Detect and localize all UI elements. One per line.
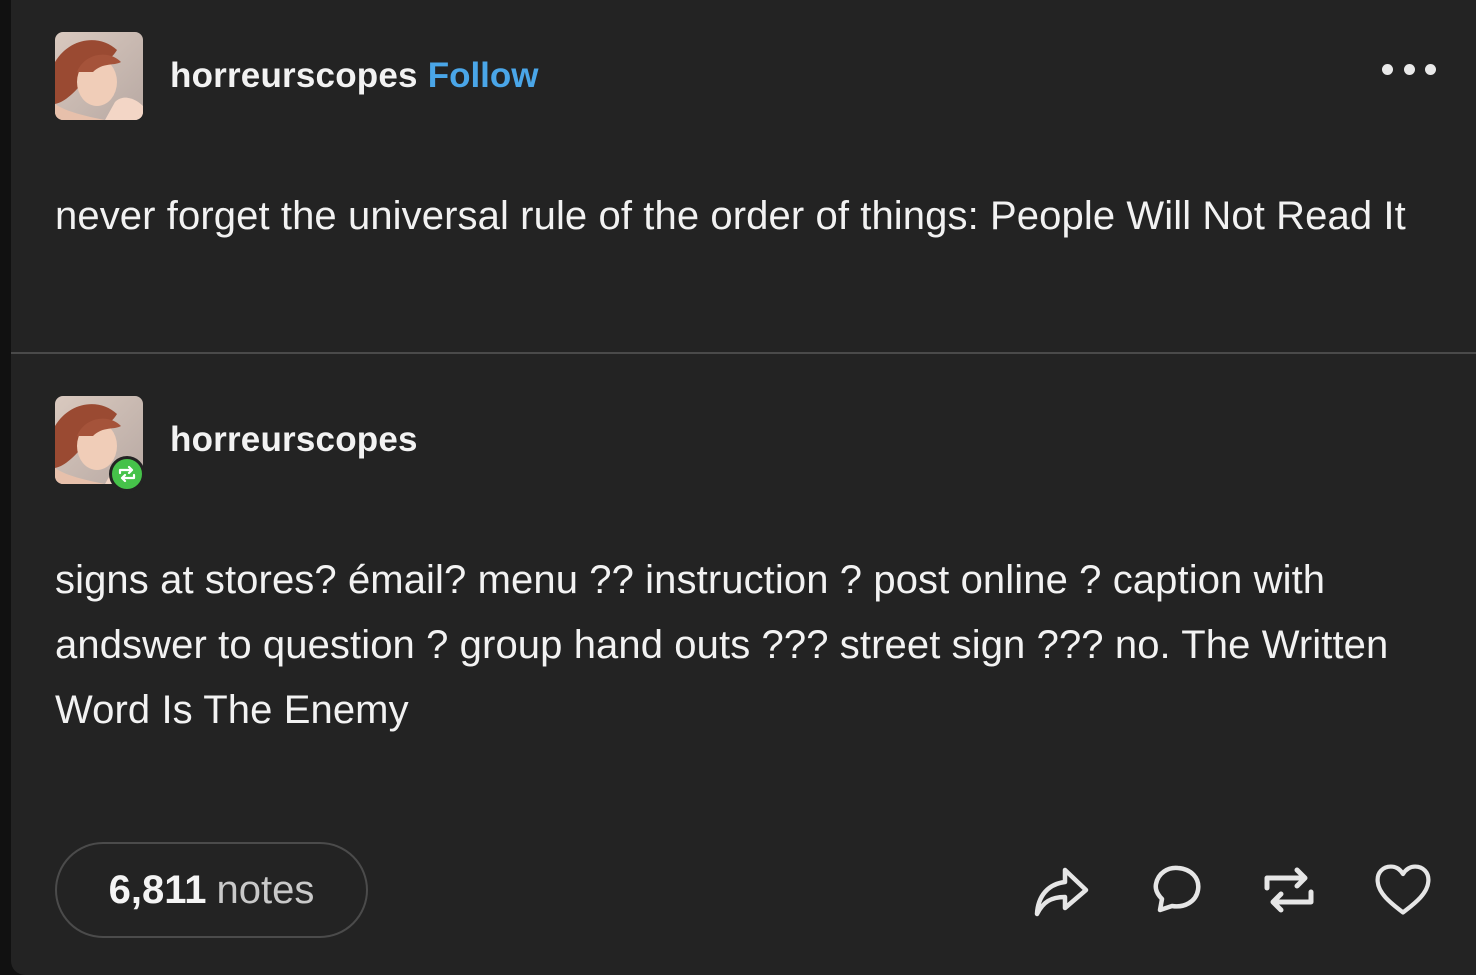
reblog-username[interactable]: horreurscopes bbox=[170, 420, 418, 460]
reply-icon[interactable] bbox=[1146, 858, 1206, 922]
follow-button[interactable]: Follow bbox=[428, 56, 539, 96]
reblog-badge-icon bbox=[109, 456, 145, 492]
more-dots-icon[interactable] bbox=[1382, 60, 1436, 78]
post-body-text: never forget the universal rule of the o… bbox=[55, 194, 1406, 238]
dot bbox=[1382, 63, 1393, 75]
reblog-body-text: signs at stores? émail? menu ?? instruct… bbox=[55, 558, 1389, 732]
tumblr-post: horreurscopes Follow never forget the un… bbox=[11, 0, 1476, 975]
heart-icon[interactable] bbox=[1373, 858, 1433, 922]
notes-label: notes bbox=[216, 867, 315, 912]
post-header: horreurscopes Follow bbox=[55, 32, 1436, 120]
notes-count: 6,811 bbox=[108, 867, 207, 912]
dot bbox=[1403, 63, 1415, 75]
post-username[interactable]: horreurscopes bbox=[170, 56, 418, 96]
avatar[interactable] bbox=[55, 32, 143, 120]
avatar-image bbox=[55, 32, 143, 120]
dot bbox=[1425, 63, 1436, 75]
reblog-divider bbox=[11, 352, 1476, 354]
reblog-icon[interactable] bbox=[1259, 858, 1319, 922]
reblog-header: horreurscopes bbox=[55, 396, 1436, 484]
notes-button[interactable]: 6,811 notes bbox=[55, 842, 368, 938]
share-icon[interactable] bbox=[1031, 858, 1091, 922]
